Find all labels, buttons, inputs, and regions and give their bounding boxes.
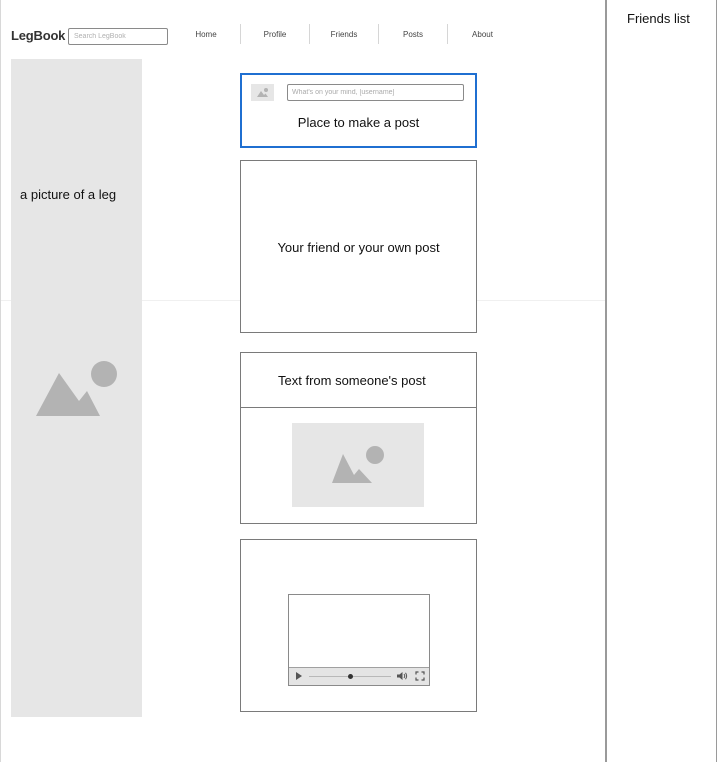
friends-list-title: Friends list	[627, 11, 690, 26]
search-input[interactable]	[68, 28, 168, 45]
composer-label: Place to make a post	[297, 115, 420, 130]
leg-picture-panel: a picture of a leg	[11, 59, 142, 717]
post-card: Your friend or your own post	[240, 160, 477, 333]
top-nav: Home Profile Friends Posts About	[172, 24, 517, 44]
image-placeholder-icon	[36, 361, 117, 416]
post-card	[240, 539, 477, 712]
nav-posts[interactable]: Posts	[379, 24, 448, 44]
post-input[interactable]	[287, 84, 464, 101]
nav-friends[interactable]: Friends	[310, 24, 379, 44]
post-card: Text from someone's post	[240, 352, 477, 524]
avatar	[251, 84, 274, 101]
post-text: Text from someone's post	[278, 373, 426, 388]
nav-about[interactable]: About	[448, 24, 517, 44]
video-controls	[289, 667, 429, 685]
post-image	[292, 423, 424, 507]
post-composer: Place to make a post	[240, 73, 477, 148]
nav-home[interactable]: Home	[172, 24, 241, 44]
seek-handle[interactable]	[347, 674, 353, 679]
play-icon[interactable]	[296, 672, 302, 680]
fullscreen-icon[interactable]	[415, 671, 425, 681]
volume-icon[interactable]	[396, 671, 408, 681]
image-placeholder-icon	[332, 446, 384, 483]
leg-picture-caption: a picture of a leg	[20, 187, 117, 202]
nav-profile[interactable]: Profile	[241, 24, 310, 44]
video-player[interactable]	[288, 594, 430, 686]
post-text: Your friend or your own post	[277, 240, 440, 255]
page-frame-left	[0, 0, 1, 762]
friends-divider	[605, 0, 607, 762]
image-placeholder-icon	[257, 88, 268, 97]
post-divider	[241, 407, 476, 408]
seek-slider[interactable]	[309, 674, 391, 679]
logo: LegBook	[11, 28, 66, 43]
page-frame-right	[716, 0, 717, 762]
